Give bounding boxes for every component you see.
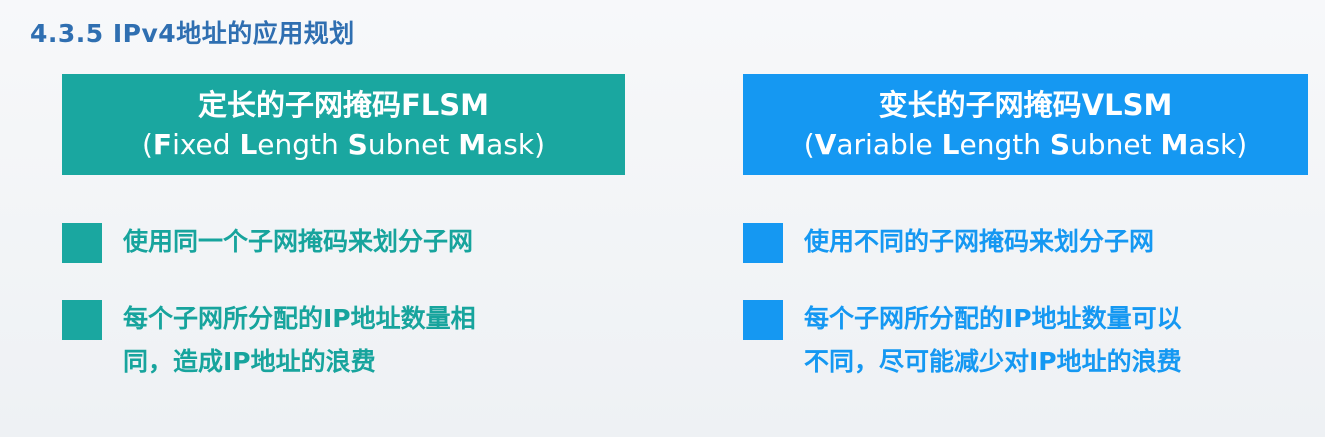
flsm-bullet-2-line-2: 同，造成IP地址的浪费 bbox=[123, 347, 376, 376]
flsm-bullet-1: 使用同一个子网掩码来划分子网 bbox=[62, 220, 473, 263]
vlsm-letter-s: S bbox=[1049, 127, 1071, 161]
square-bullet-icon bbox=[743, 223, 783, 263]
vlsm-full-name: (Variable Length Subnet Mask) bbox=[804, 125, 1247, 165]
flsm-bullet-2-text: 每个子网所分配的IP地址数量相 同，造成IP地址的浪费 bbox=[123, 297, 476, 383]
slide: 4.3.5 IPv4地址的应用规划 定长的子网掩码FLSM (Fixed Len… bbox=[0, 0, 1325, 437]
vlsm-letter-l: L bbox=[941, 127, 960, 161]
vlsm-word-ask: ask bbox=[1188, 127, 1237, 161]
flsm-heading: 定长的子网掩码FLSM bbox=[197, 87, 490, 122]
vlsm-word-ariable: ariable bbox=[836, 127, 942, 161]
flsm-letter-s: S bbox=[347, 127, 368, 161]
vlsm-bullet-1-text: 使用不同的子网掩码来划分子网 bbox=[804, 227, 1155, 256]
vlsm-letter-m: M bbox=[1160, 127, 1189, 161]
flsm-word-ength: ength bbox=[257, 127, 348, 161]
flsm-paren-close: ) bbox=[534, 127, 545, 161]
vlsm-bullet-2-line-1: 每个子网所分配的IP地址数量可以 bbox=[804, 304, 1182, 333]
vlsm-heading: 变长的子网掩码VLSM bbox=[878, 87, 1173, 122]
flsm-bullet-1-text: 使用同一个子网掩码来划分子网 bbox=[123, 227, 474, 256]
square-bullet-icon bbox=[743, 300, 783, 340]
square-bullet-icon bbox=[62, 223, 102, 263]
flsm-full-name: (Fixed Length Subnet Mask) bbox=[142, 125, 545, 165]
vlsm-letter-v: V bbox=[814, 127, 837, 161]
vlsm-bullet-2-text: 每个子网所分配的IP地址数量可以 不同，尽可能减少对IP地址的浪费 bbox=[804, 297, 1182, 383]
flsm-letter-f: F bbox=[152, 127, 173, 161]
flsm-paren-open: ( bbox=[141, 127, 153, 161]
vlsm-header: 变长的子网掩码VLSM (Variable Length Subnet Mask… bbox=[743, 74, 1308, 175]
flsm-letter-l: L bbox=[239, 127, 258, 161]
flsm-word-ubnet: ubnet bbox=[367, 127, 459, 161]
flsm-letter-m: M bbox=[458, 127, 487, 161]
flsm-word-ask: ask bbox=[486, 127, 535, 161]
flsm-header: 定长的子网掩码FLSM (Fixed Length Subnet Mask) bbox=[62, 74, 625, 175]
flsm-word-ixed: ixed bbox=[172, 127, 240, 161]
flsm-bullet-2: 每个子网所分配的IP地址数量相 同，造成IP地址的浪费 bbox=[62, 297, 476, 383]
flsm-bullet-2-line-1: 每个子网所分配的IP地址数量相 bbox=[123, 304, 476, 333]
square-bullet-icon bbox=[62, 300, 102, 340]
vlsm-paren-close: ) bbox=[1236, 127, 1248, 161]
vlsm-bullet-2: 每个子网所分配的IP地址数量可以 不同，尽可能减少对IP地址的浪费 bbox=[743, 297, 1182, 383]
vlsm-word-ength: ength bbox=[959, 127, 1050, 161]
vlsm-word-ubnet: ubnet bbox=[1070, 127, 1161, 161]
vlsm-paren-open: ( bbox=[803, 127, 815, 161]
slide-title: 4.3.5 IPv4地址的应用规划 bbox=[30, 19, 355, 48]
vlsm-bullet-2-line-2: 不同，尽可能减少对IP地址的浪费 bbox=[804, 347, 1182, 376]
vlsm-bullet-1: 使用不同的子网掩码来划分子网 bbox=[743, 220, 1154, 263]
